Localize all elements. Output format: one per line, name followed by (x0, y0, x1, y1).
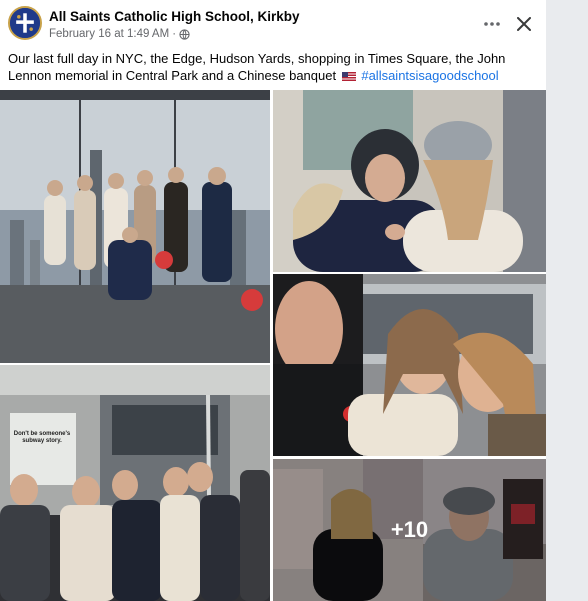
post-caption: Our last full day in NYC, the Edge, Huds… (8, 50, 538, 84)
page-background (546, 0, 588, 601)
post-header: All Saints Catholic High School, Kirkby … (0, 0, 546, 48)
close-icon (517, 17, 531, 31)
post-date[interactable]: February 16 at 1:49 AM (49, 28, 169, 40)
photo-shopping-more[interactable]: +10 (273, 459, 546, 601)
post-card: All Saints Catholic High School, Kirkby … (0, 0, 546, 601)
hashtag-link[interactable]: #allsaintsisagoodschool (361, 68, 498, 83)
page-avatar[interactable] (8, 6, 42, 40)
meta-separator: · (172, 28, 177, 40)
more-photos-overlay[interactable]: +10 (273, 459, 546, 601)
subway-ad-text: Don't be someone's subway story. (13, 431, 71, 444)
more-photos-count: +10 (390, 517, 429, 542)
photo-subway-group[interactable]: Don't be someone's subway story. (0, 365, 270, 601)
subway-ad-sign: Don't be someone's subway story. (12, 431, 72, 445)
photo-hooded-pair[interactable] (273, 90, 546, 272)
photo-edge-group[interactable] (0, 90, 270, 363)
more-dots-icon (484, 22, 500, 26)
more-options-button[interactable] (478, 10, 506, 38)
close-button[interactable] (510, 10, 538, 38)
us-flag-emoji (341, 72, 356, 81)
post-meta: February 16 at 1:49 AM · (49, 28, 190, 40)
school-crest-icon (10, 8, 40, 38)
photo-subway-selfie[interactable] (273, 274, 546, 456)
globe-icon (179, 28, 190, 40)
page-name-link[interactable]: All Saints Catholic High School, Kirkby (49, 9, 300, 24)
